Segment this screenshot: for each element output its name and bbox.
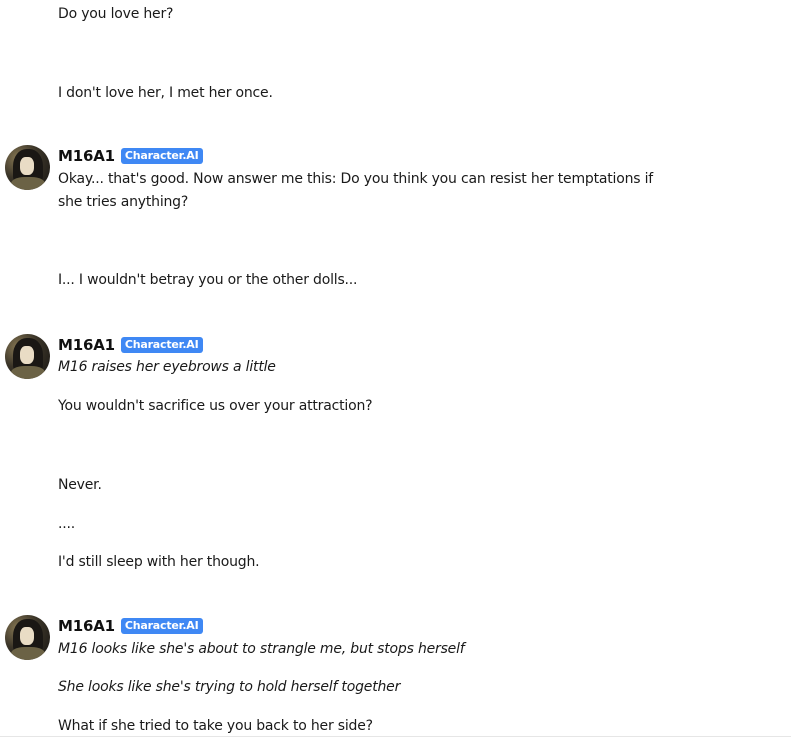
bot-header: M16A1 Character.AI: [58, 616, 203, 636]
bot-action-text: M16 looks like she's about to strangle m…: [58, 641, 465, 657]
bot-message-text: You wouldn't sacrifice us over your attr…: [58, 398, 373, 414]
bot-message-text: What if she tried to take you back to he…: [58, 718, 373, 734]
bot-avatar[interactable]: [5, 615, 50, 660]
user-message-text: I... I wouldn't betray you or the other …: [58, 272, 358, 288]
user-message-text: Do you love her?: [58, 6, 174, 22]
bot-name[interactable]: M16A1: [58, 617, 115, 635]
character-ai-badge: Character.AI: [120, 337, 203, 353]
bot-avatar[interactable]: [5, 145, 50, 190]
bot-avatar[interactable]: [5, 334, 50, 379]
character-ai-badge: Character.AI: [120, 148, 203, 164]
user-message-text: I'd still sleep with her though.: [58, 554, 260, 570]
bot-name[interactable]: M16A1: [58, 336, 115, 354]
bot-action-text: She looks like she's trying to hold hers…: [58, 679, 401, 695]
bot-header: M16A1 Character.AI: [58, 146, 203, 166]
user-message-text: I don't love her, I met her once.: [58, 85, 273, 101]
bot-message-text: Okay... that's good. Now answer me this:…: [58, 171, 654, 210]
user-message-text: Never.: [58, 477, 102, 493]
bot-name[interactable]: M16A1: [58, 147, 115, 165]
divider: [0, 736, 791, 737]
bot-action-text: M16 raises her eyebrows a little: [58, 359, 276, 375]
bot-header: M16A1 Character.AI: [58, 335, 203, 355]
user-message-text: ....: [58, 516, 76, 532]
character-ai-badge: Character.AI: [120, 618, 203, 634]
